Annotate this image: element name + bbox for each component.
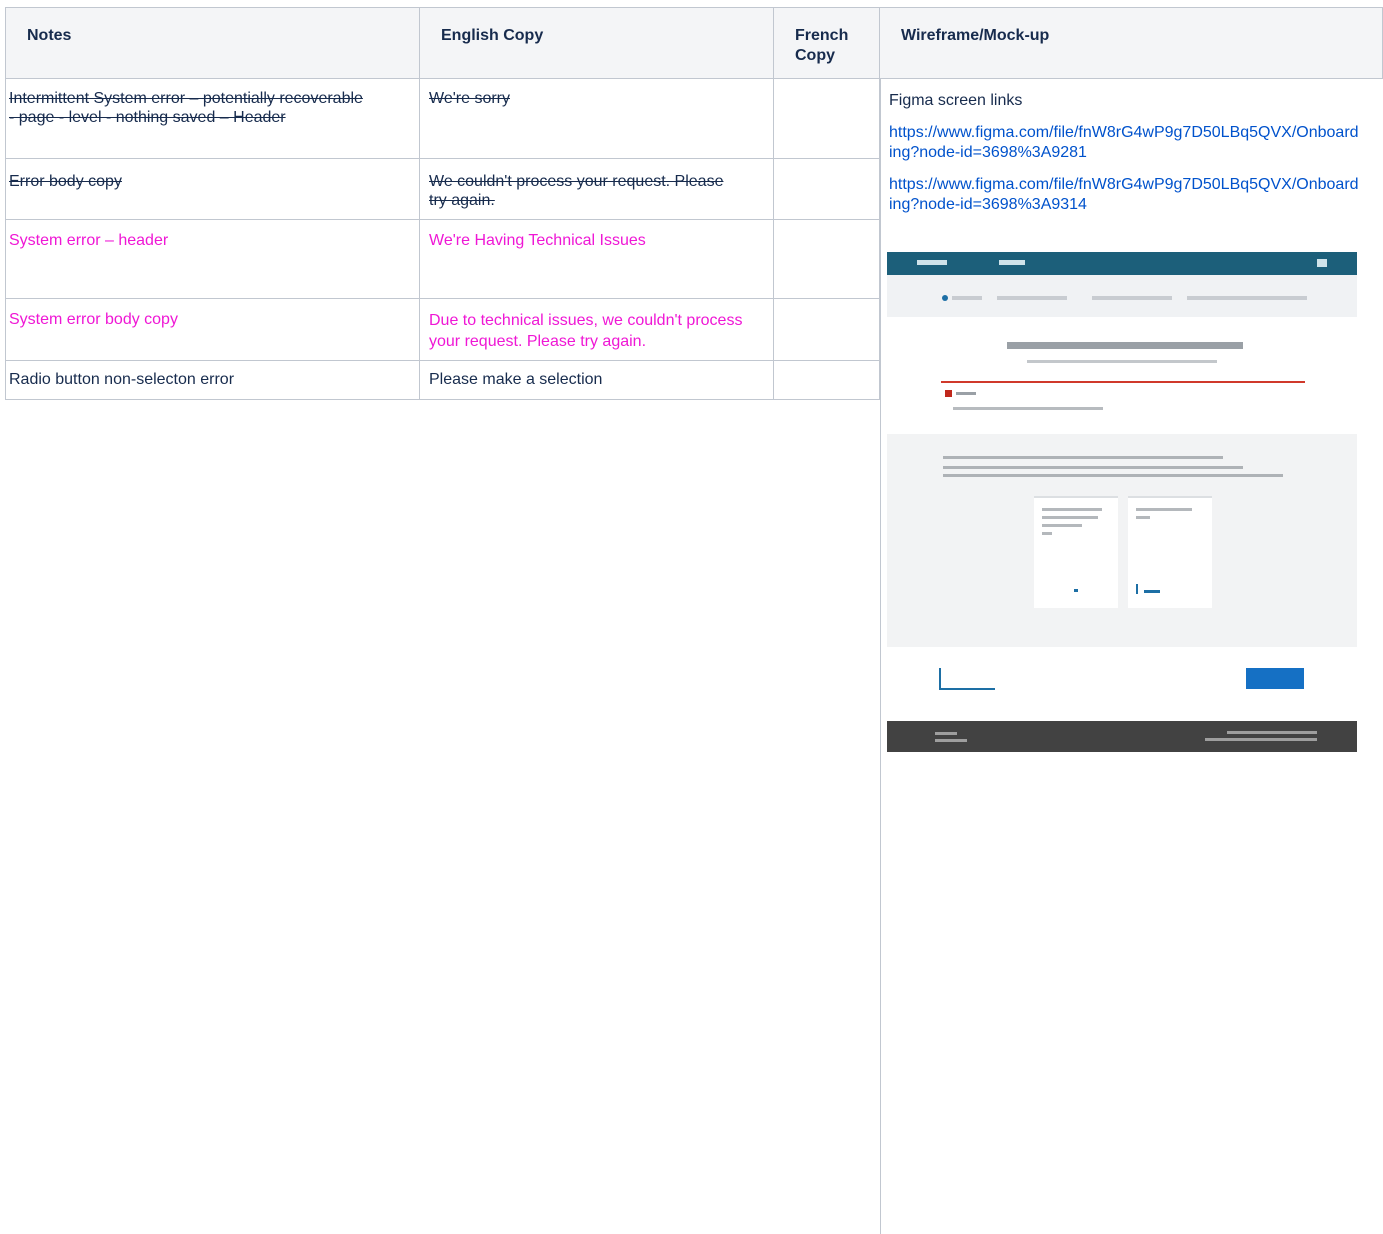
mock-step-line (1187, 296, 1307, 300)
mock-card-line (1136, 516, 1150, 519)
mock-error-icon (945, 390, 952, 397)
mock-stepper (887, 275, 1357, 317)
english-cell-wrap: We're Having Technical Issues (420, 220, 774, 299)
figma-link-1[interactable]: https://www.figma.com/file/fnW8rG4wP9g7D… (889, 123, 1359, 163)
mock-error-body (953, 407, 1103, 410)
mock-step-dot (942, 295, 948, 301)
french-cell (774, 299, 880, 361)
mock-card-line (1074, 589, 1078, 592)
header-notes-label: Notes (27, 27, 72, 44)
table-row: Radio button non-selecton error (5, 361, 420, 400)
mock-back-button (939, 668, 995, 690)
mock-panel-line (943, 474, 1283, 477)
mock-card-line (1136, 508, 1192, 511)
wireframe-screenshot (887, 252, 1357, 752)
french-cell (774, 361, 880, 400)
figma-label: Figma screen links (889, 92, 1023, 109)
mock-error-title (956, 392, 976, 395)
table-row: System error – header (5, 220, 420, 299)
mock-step-line (952, 296, 982, 300)
mock-card-line (1042, 524, 1082, 527)
english-cell-wrap: Due to technical issues, we couldn't pro… (420, 299, 774, 361)
mock-panel-line (943, 456, 1223, 459)
mock-card-radio (1136, 584, 1138, 594)
mock-error-bar (941, 381, 1305, 383)
mock-option-card (1128, 496, 1212, 608)
mock-card-line (1144, 590, 1160, 593)
notes-cell: Error body copy (9, 173, 122, 190)
table-row: Error body copy (5, 159, 420, 220)
notes-cell: Radio button non-selecton error (9, 371, 235, 388)
english-cell: We couldn't process your request. Please… (429, 173, 724, 209)
mock-step-line (1092, 296, 1172, 300)
mock-step-line (997, 296, 1067, 300)
mock-footer-line (935, 739, 967, 742)
mock-logo (917, 260, 947, 265)
english-cell: Please make a selection (429, 371, 603, 388)
mock-title (1007, 342, 1243, 349)
mock-next-button (1246, 668, 1304, 689)
notes-cell: System error body copy (9, 311, 178, 328)
mock-card-line (1042, 532, 1052, 535)
mockup-links: Figma screen links https://www.figma.com… (889, 91, 1359, 227)
mock-footer-line (1205, 738, 1317, 741)
english-cell: We're Having Technical Issues (429, 232, 646, 249)
mock-card-line (1042, 516, 1098, 519)
mock-navbar (887, 252, 1357, 275)
table-row: System error body copy (5, 299, 420, 361)
mock-panel-line (943, 466, 1243, 469)
mockup-cell (880, 79, 881, 1234)
header-mockup-label: Wireframe/Mock-up (901, 27, 1050, 44)
mock-subtitle (1027, 360, 1217, 363)
figma-link-2[interactable]: https://www.figma.com/file/fnW8rG4wP9g7D… (889, 175, 1359, 215)
header-mockup: Wireframe/Mock-up (880, 7, 1383, 79)
header-notes: Notes (5, 7, 420, 79)
english-cell-wrap: We couldn't process your request. Please… (420, 159, 774, 220)
french-cell (774, 79, 880, 159)
english-cell: We're sorry (429, 90, 510, 107)
header-french-label: French Copy (795, 27, 849, 64)
english-cell: Due to technical issues, we couldn't pro… (429, 312, 743, 350)
header-english: English Copy (420, 7, 774, 79)
mock-footer-line (1227, 731, 1317, 734)
notes-cell: System error – header (9, 232, 169, 249)
mock-footer-line (935, 732, 957, 735)
mock-footer (887, 721, 1357, 752)
english-cell-wrap: Please make a selection (420, 361, 774, 400)
french-cell (774, 220, 880, 299)
mock-card-line (1042, 508, 1102, 511)
english-cell-wrap: We're sorry (420, 79, 774, 159)
header-english-label: English Copy (441, 27, 544, 44)
table-row: Intermittent System error – potentially … (5, 79, 420, 159)
mock-user-icon (1317, 259, 1327, 267)
notes-cell: Intermittent System error – potentially … (9, 90, 363, 126)
mock-selection-panel (887, 434, 1357, 647)
mock-nav-text (999, 260, 1025, 265)
french-cell (774, 159, 880, 220)
mock-option-card (1034, 496, 1118, 608)
header-french: French Copy (774, 7, 880, 79)
